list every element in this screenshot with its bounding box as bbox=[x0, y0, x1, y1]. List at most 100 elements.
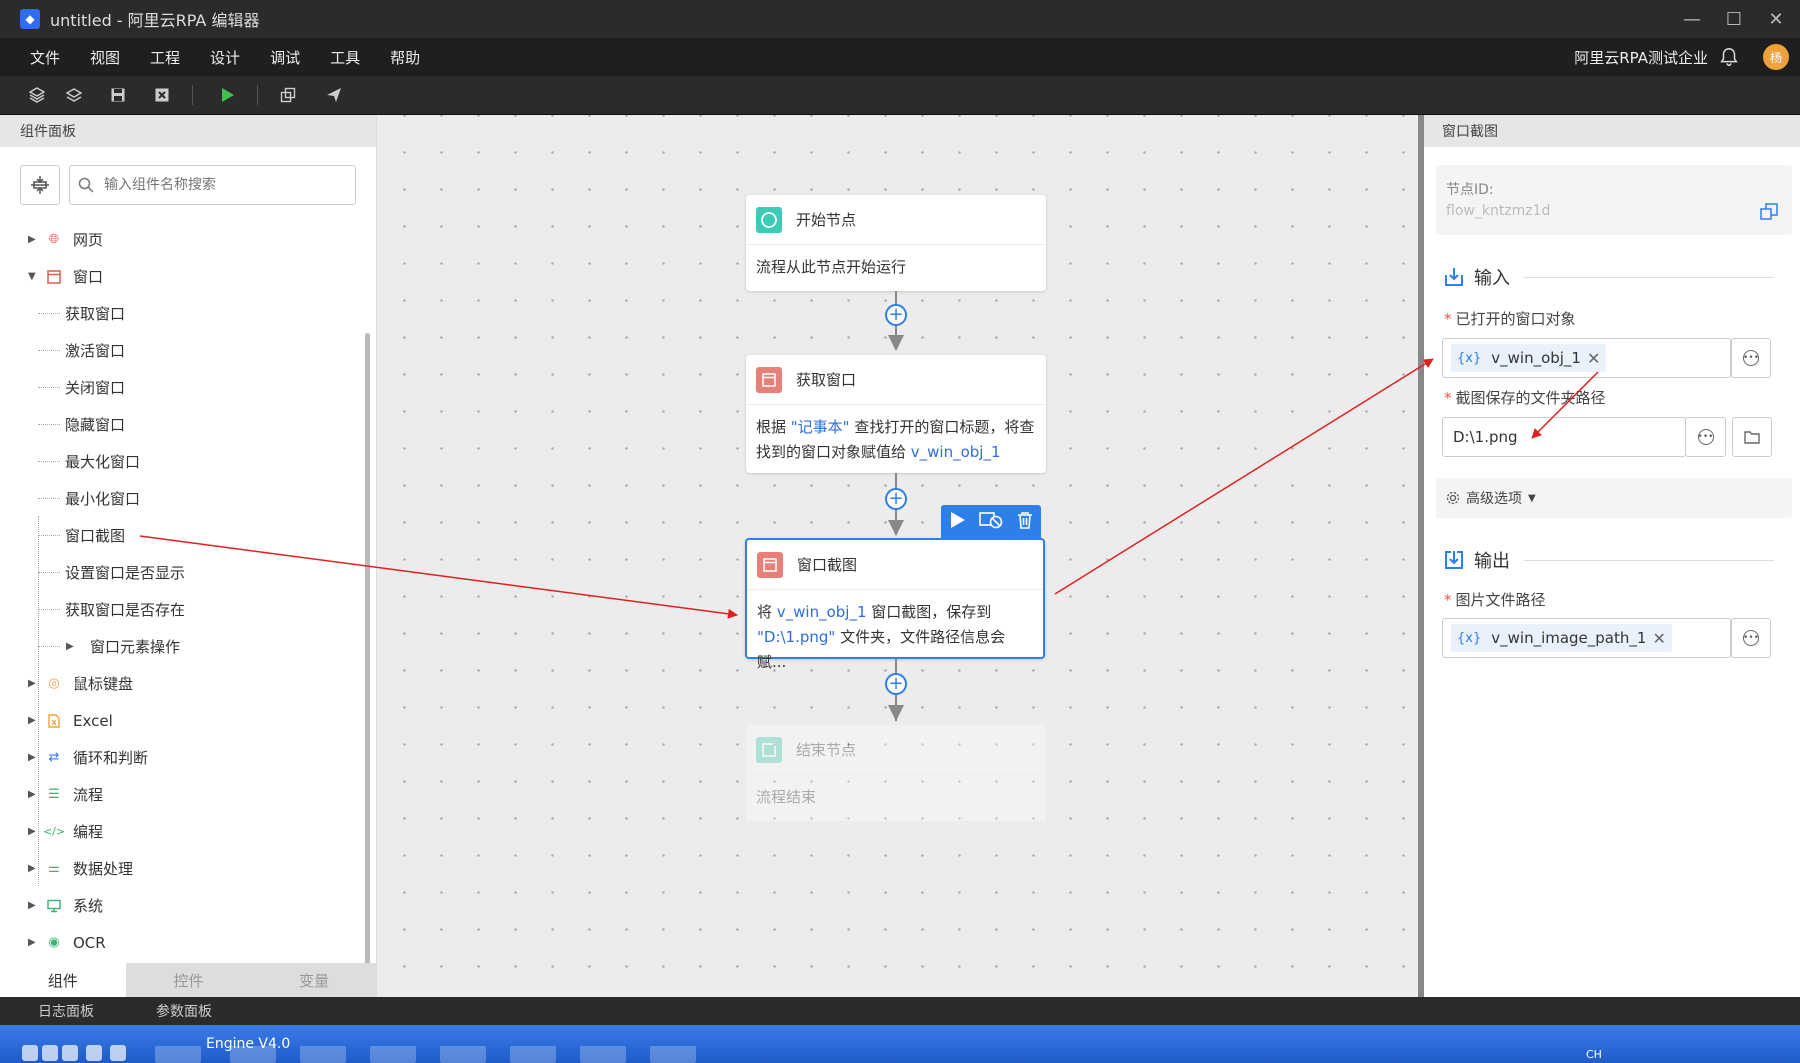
category-label: OCR bbox=[73, 933, 106, 952]
taskbar-app[interactable] bbox=[230, 1046, 276, 1063]
caret-right-icon[interactable]: ▶ bbox=[28, 826, 36, 837]
tree-item[interactable]: 隐藏窗口 bbox=[0, 406, 360, 443]
mic-icon[interactable] bbox=[42, 1045, 58, 1061]
save-icon[interactable] bbox=[108, 85, 128, 105]
caret-right-icon[interactable]: ▶ bbox=[28, 678, 36, 689]
tree-category-ocr[interactable]: ▶ ◉ OCR bbox=[0, 924, 360, 961]
tree-item[interactable]: 获取窗口 bbox=[0, 295, 360, 332]
tree-item-window-screenshot[interactable]: 窗口截图 bbox=[0, 517, 360, 554]
add-node-button[interactable]: + bbox=[885, 304, 907, 326]
bell-icon[interactable] bbox=[1718, 46, 1740, 68]
taskbar-app[interactable] bbox=[580, 1046, 626, 1063]
tab-components[interactable]: 组件 bbox=[0, 963, 126, 997]
remove-icon[interactable]: ✕ bbox=[1587, 349, 1600, 368]
caret-right-icon[interactable]: ▶ bbox=[28, 900, 36, 911]
collapse-all-button[interactable] bbox=[20, 165, 60, 205]
run-icon[interactable] bbox=[217, 85, 237, 105]
tree-item[interactable]: 设置窗口是否显示 bbox=[0, 554, 360, 591]
taskbar-app[interactable] bbox=[510, 1046, 556, 1063]
menu-debug[interactable]: 调试 bbox=[270, 47, 300, 68]
advanced-options-toggle[interactable]: 高级选项 ▼ bbox=[1436, 478, 1792, 518]
layers-outline-icon[interactable] bbox=[64, 85, 84, 105]
close-icon[interactable]: ✕ bbox=[1758, 0, 1794, 38]
taskbar-app[interactable] bbox=[155, 1046, 201, 1063]
caret-right-icon[interactable]: ▶ bbox=[28, 234, 36, 245]
caret-down-icon[interactable]: ▼ bbox=[28, 271, 36, 282]
send-icon[interactable] bbox=[324, 85, 344, 105]
get-window-node[interactable]: 获取窗口 根据 "记事本" 查找打开的窗口标题，将查找到的窗口对象赋值给 v_w… bbox=[746, 355, 1046, 473]
tree-subgroup[interactable]: ▶ 窗口元素操作 bbox=[0, 628, 360, 665]
minimize-icon[interactable]: — bbox=[1674, 0, 1710, 38]
tab-param-panel[interactable]: 参数面板 bbox=[156, 1001, 212, 1021]
tree-category-web[interactable]: ▶ 🌐︎ 网页 bbox=[0, 221, 360, 258]
folder-icon bbox=[1744, 431, 1760, 444]
layers-icon[interactable] bbox=[27, 85, 47, 105]
tshirt-icon[interactable] bbox=[86, 1045, 102, 1061]
smiley-icon[interactable] bbox=[22, 1045, 38, 1061]
taskbar-app[interactable] bbox=[440, 1046, 486, 1063]
tree-item[interactable]: 最大化窗口 bbox=[0, 443, 360, 480]
more-options-button[interactable]: ••• bbox=[1731, 618, 1771, 658]
window-screenshot-node[interactable]: 窗口截图 将 v_win_obj_1 窗口截图，保存到 "D:\1.png" 文… bbox=[745, 538, 1045, 671]
tab-controls[interactable]: 控件 bbox=[126, 963, 252, 997]
start-node[interactable]: 开始节点 流程从此节点开始运行 bbox=[746, 195, 1046, 291]
maximize-icon[interactable]: ☐ bbox=[1716, 0, 1752, 38]
tree-category-code[interactable]: ▶ </> 编程 bbox=[0, 813, 360, 850]
search-box[interactable] bbox=[69, 165, 356, 205]
caret-right-icon[interactable]: ▶ bbox=[28, 752, 36, 763]
save-path-field[interactable]: D:\1.png bbox=[1442, 417, 1686, 457]
menu-tools[interactable]: 工具 bbox=[330, 47, 360, 68]
copy-icon[interactable] bbox=[278, 85, 298, 105]
tree-category-loop[interactable]: ▶ ⇄ 循环和判断 bbox=[0, 739, 360, 776]
ime-indicator[interactable]: CH bbox=[1586, 1048, 1602, 1061]
grid-icon[interactable] bbox=[110, 1045, 126, 1061]
taskbar-app[interactable] bbox=[370, 1046, 416, 1063]
scrollbar[interactable] bbox=[365, 333, 370, 1053]
copy-icon[interactable] bbox=[1760, 203, 1778, 221]
caret-right-icon[interactable]: ▶ bbox=[28, 715, 36, 726]
tree-category-flow[interactable]: ▶ ☰ 流程 bbox=[0, 776, 360, 813]
tree-item[interactable]: 激活窗口 bbox=[0, 332, 360, 369]
more-options-button[interactable]: ••• bbox=[1685, 417, 1726, 457]
tree-category-excel[interactable]: ▶ Excel bbox=[0, 702, 360, 739]
tree-category-window[interactable]: ▼ 窗口 bbox=[0, 258, 360, 295]
tree-category-mouse-keyboard[interactable]: ▶ ◎ 鼠标键盘 bbox=[0, 665, 360, 702]
menu-help[interactable]: 帮助 bbox=[390, 47, 420, 68]
play-icon[interactable] bbox=[948, 511, 966, 533]
caret-right-icon[interactable]: ▶ bbox=[28, 789, 36, 800]
end-node[interactable]: 结束节点 流程结束 bbox=[746, 725, 1046, 821]
avatar[interactable]: 杨 bbox=[1763, 44, 1789, 70]
tree-item[interactable]: 获取窗口是否存在 bbox=[0, 591, 360, 628]
tree-item[interactable]: 关闭窗口 bbox=[0, 369, 360, 406]
menu-view[interactable]: 视图 bbox=[90, 47, 120, 68]
search-input[interactable] bbox=[104, 177, 344, 193]
menu-design[interactable]: 设计 bbox=[210, 47, 240, 68]
tree-category-data[interactable]: ▶ ⚌ 数据处理 bbox=[0, 850, 360, 887]
caret-right-icon[interactable]: ▶ bbox=[66, 641, 74, 652]
tab-variables[interactable]: 变量 bbox=[251, 963, 377, 997]
close-box-icon[interactable] bbox=[152, 85, 172, 105]
ellipsis-icon: ••• bbox=[1743, 630, 1759, 646]
tab-log-panel[interactable]: 日志面板 bbox=[38, 1001, 94, 1021]
image-path-field[interactable]: {x} v_win_image_path_1 ✕ bbox=[1442, 618, 1731, 658]
org-name[interactable]: 阿里云RPA测试企业 bbox=[1574, 47, 1708, 68]
caret-right-icon[interactable]: ▶ bbox=[28, 937, 36, 948]
folder-browse-button[interactable] bbox=[1732, 417, 1772, 457]
tree-category-system[interactable]: ▶ 系统 bbox=[0, 887, 360, 924]
menu-file[interactable]: 文件 bbox=[30, 47, 60, 68]
flow-canvas[interactable]: 开始节点 流程从此节点开始运行 + 获取窗口 根据 "记事本" 查找打开的窗口标… bbox=[377, 115, 1418, 997]
disable-icon[interactable] bbox=[979, 511, 1003, 533]
add-node-button[interactable]: + bbox=[885, 673, 907, 695]
taskbar-app[interactable] bbox=[300, 1046, 346, 1063]
more-options-button[interactable]: ••• bbox=[1731, 338, 1771, 378]
window-object-field[interactable]: {x} v_win_obj_1 ✕ bbox=[1442, 338, 1731, 378]
trash-icon[interactable] bbox=[1016, 511, 1034, 533]
node-title: 开始节点 bbox=[796, 211, 857, 229]
tree-item[interactable]: 最小化窗口 bbox=[0, 480, 360, 517]
taskbar-app[interactable] bbox=[650, 1046, 696, 1063]
add-node-button[interactable]: + bbox=[885, 488, 907, 510]
caret-right-icon[interactable]: ▶ bbox=[28, 863, 36, 874]
keyboard-icon[interactable] bbox=[62, 1045, 78, 1061]
remove-icon[interactable]: ✕ bbox=[1652, 629, 1665, 648]
menu-project[interactable]: 工程 bbox=[150, 47, 180, 68]
